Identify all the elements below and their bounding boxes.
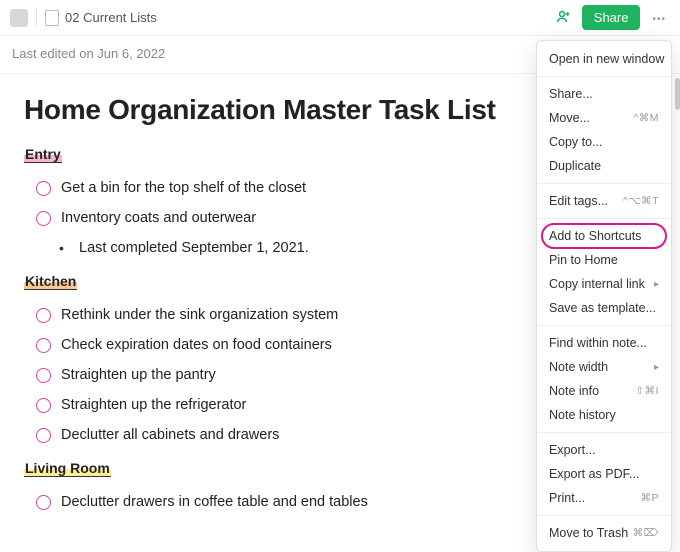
divider — [36, 9, 37, 27]
note-context-menu: Open in new window Share... Move...^⌘M Copy… — [536, 40, 672, 552]
menu-item-label: Save as template... — [549, 301, 659, 315]
chevron-right-icon: ▸ — [654, 362, 659, 373]
menu-item-label: Edit tags... — [549, 194, 623, 208]
collaborators-icon[interactable] — [557, 10, 572, 26]
menu-divider — [537, 325, 671, 326]
menu-divider — [537, 218, 671, 219]
menu-item-label: Move... — [549, 111, 633, 125]
menu-item-export-as-pdf[interactable]: Export as PDF... — [537, 462, 671, 486]
task-checkbox[interactable] — [36, 398, 51, 413]
menu-item-label: Duplicate — [549, 159, 659, 173]
menu-shortcut: ^⌘M — [633, 112, 659, 124]
task-checkbox[interactable] — [36, 308, 51, 323]
menu-item-duplicate[interactable]: Duplicate — [537, 154, 671, 178]
task-checkbox[interactable] — [36, 428, 51, 443]
task-checkbox[interactable] — [36, 368, 51, 383]
menu-item-label: Add to Shortcuts — [549, 229, 659, 243]
menu-item-label: Note history — [549, 408, 659, 422]
task-checkbox[interactable] — [36, 495, 51, 510]
menu-item-pin-to-home[interactable]: Pin to Home — [537, 248, 671, 272]
menu-shortcut: ⇧⌘I — [635, 385, 659, 397]
task-checkbox[interactable] — [36, 181, 51, 196]
menu-shortcut: ⌘⌦ — [633, 527, 659, 539]
menu-item-move[interactable]: Move...^⌘M — [537, 106, 671, 130]
task-text[interactable]: Declutter all cabinets and drawers — [61, 427, 556, 443]
top-bar: 02 Current Lists Share — [0, 0, 680, 36]
bullet-icon — [54, 240, 69, 256]
section-heading[interactable]: Kitchen — [24, 273, 77, 290]
menu-item-open-in-new-window[interactable]: Open in new window — [537, 47, 671, 71]
menu-divider — [537, 432, 671, 433]
section-heading[interactable]: Entry — [24, 146, 62, 163]
menu-item-edit-tags[interactable]: Edit tags...^⌥⌘T — [537, 189, 671, 213]
menu-shortcut: ⌘P — [640, 492, 659, 504]
task-text[interactable]: Straighten up the pantry — [61, 367, 596, 383]
menu-divider — [537, 515, 671, 516]
task-text[interactable]: Straighten up the refrigerator — [61, 397, 596, 413]
menu-item-note-history[interactable]: Note history — [537, 403, 671, 427]
menu-item-copy-to[interactable]: Copy to... — [537, 130, 671, 154]
menu-item-label: Note info — [549, 384, 635, 398]
document-icon — [45, 10, 59, 26]
menu-item-note-info[interactable]: Note info⇧⌘I — [537, 379, 671, 403]
task-checkbox[interactable] — [36, 211, 51, 226]
menu-item-print[interactable]: Print...⌘P — [537, 486, 671, 510]
task-text[interactable]: Declutter drawers in coffee table and en… — [61, 494, 596, 510]
menu-item-add-to-shortcuts[interactable]: Add to Shortcuts — [537, 224, 671, 248]
task-checkbox[interactable] — [36, 338, 51, 353]
menu-item-find-within-note[interactable]: Find within note... — [537, 331, 671, 355]
menu-item-label: Find within note... — [549, 336, 659, 350]
share-button[interactable]: Share — [582, 5, 641, 30]
menu-item-label: Note width — [549, 360, 650, 374]
menu-item-note-width[interactable]: Note width ▸ — [537, 355, 671, 379]
menu-shortcut: ^⌥⌘T — [623, 195, 659, 207]
menu-item-label: Pin to Home — [549, 253, 659, 267]
menu-item-label: Export as PDF... — [549, 467, 659, 481]
menu-item-label: Print... — [549, 491, 640, 505]
menu-item-share[interactable]: Share... — [537, 82, 671, 106]
breadcrumb[interactable]: 02 Current Lists — [65, 10, 157, 25]
menu-item-label: Copy to... — [549, 135, 659, 149]
chevron-right-icon: ▸ — [654, 279, 659, 290]
menu-divider — [537, 183, 671, 184]
menu-item-label: Copy internal link — [549, 277, 650, 291]
menu-item-label: Export... — [549, 443, 659, 457]
menu-item-save-as-template[interactable]: Save as template... — [537, 296, 671, 320]
more-menu-button[interactable] — [648, 9, 670, 27]
menu-item-copy-internal-link[interactable]: Copy internal link ▸ — [537, 272, 671, 296]
menu-item-move-to-trash[interactable]: Move to Trash⌘⌦ — [537, 521, 671, 545]
scrollbar-thumb[interactable] — [675, 78, 680, 110]
task-text[interactable]: Check expiration dates on food container… — [61, 337, 611, 353]
notebook-icon[interactable] — [10, 9, 28, 27]
menu-item-label: Share... — [549, 87, 659, 101]
menu-item-label: Open in new window — [549, 52, 664, 66]
menu-item-label: Move to Trash — [549, 526, 633, 540]
menu-item-export[interactable]: Export... — [537, 438, 671, 462]
menu-divider — [537, 76, 671, 77]
section-heading[interactable]: Living Room — [24, 460, 111, 477]
